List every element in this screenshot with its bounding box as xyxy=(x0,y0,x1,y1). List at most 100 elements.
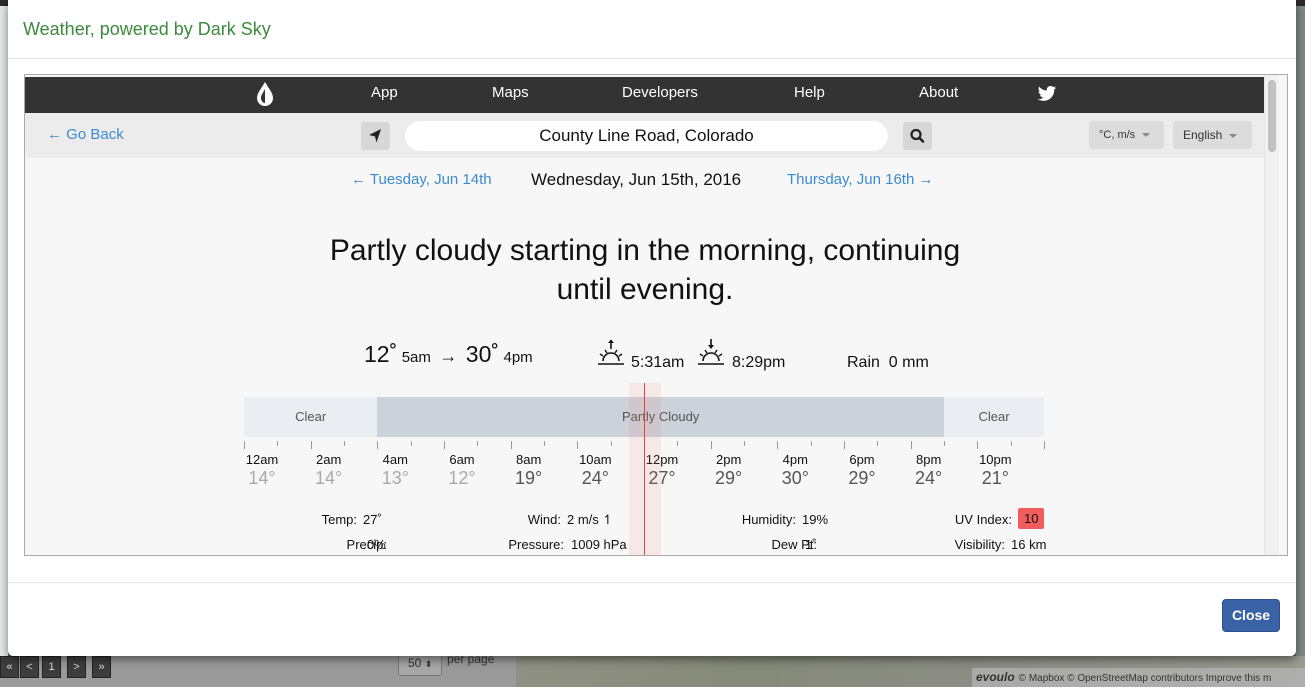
previous-day-link[interactable]: ← Tuesday, Jun 14th xyxy=(351,171,492,188)
rain-summary: Rain 0 mm xyxy=(847,354,929,386)
chevron-down-icon xyxy=(1142,133,1151,138)
background-left-edge xyxy=(0,6,8,656)
close-button[interactable]: Close xyxy=(1222,599,1280,632)
pager-button[interactable]: > xyxy=(67,656,86,678)
frame-scrollbar[interactable] xyxy=(1264,75,1279,555)
timeline-tick xyxy=(810,441,812,446)
uv-badge: 10 xyxy=(1018,508,1045,529)
timeline-tick xyxy=(777,441,779,449)
darksky-frame: App Maps Developers Help About ← Go Back xyxy=(24,74,1288,556)
locate-button[interactable] xyxy=(361,122,390,150)
timeline-tick xyxy=(377,441,379,449)
pager-button[interactable]: « xyxy=(0,656,19,678)
hour-temp: 24° xyxy=(581,468,609,488)
timeline-tick xyxy=(610,441,612,446)
units-value: °C, m/s xyxy=(1099,129,1136,141)
current-time-marker xyxy=(644,383,645,555)
hour-temp: 21° xyxy=(981,468,1009,488)
background-right-edge xyxy=(1296,6,1305,656)
timeline-tick xyxy=(910,441,912,449)
timeline-tick xyxy=(477,441,479,446)
timeline-segment: Clear xyxy=(944,397,1044,437)
pressure-label: Pressure: xyxy=(508,537,564,552)
next-day-link[interactable]: Thursday, Jun 16th → xyxy=(787,171,933,188)
search-button[interactable] xyxy=(903,122,932,150)
nav-app[interactable]: App xyxy=(371,77,398,113)
timeline-tick xyxy=(744,441,745,446)
pager-button[interactable]: » xyxy=(92,656,111,678)
visibility-value: 16 km xyxy=(1011,537,1047,552)
hour-temp: 29° xyxy=(848,468,876,488)
hour-temp: 29° xyxy=(715,468,743,488)
timeline-tick xyxy=(877,441,879,446)
hour-label: 6am xyxy=(449,452,475,467)
timeline-tick xyxy=(510,441,512,449)
wind-value: 2 m/s ↿ xyxy=(567,512,614,527)
darksky-logo-icon[interactable] xyxy=(255,81,275,107)
timeline-tick xyxy=(1010,441,1012,446)
visibility-label: Visibility: xyxy=(954,537,1005,552)
timeline-tick xyxy=(710,441,712,449)
nav-help[interactable]: Help xyxy=(794,77,825,113)
current-time-band xyxy=(629,383,661,555)
modal-title: Weather, powered by Dark Sky xyxy=(23,19,271,39)
high-temp: 30˚ xyxy=(465,341,500,367)
pager-button[interactable]: < xyxy=(20,656,39,678)
per-page-value: 50 xyxy=(408,656,422,670)
weather-modal: Weather, powered by Dark Sky App Maps De… xyxy=(8,0,1296,656)
summary-line-1: Partly cloudy starting in the morning, c… xyxy=(329,234,961,267)
current-day: Wednesday, Jun 15th, 2016 xyxy=(531,170,742,189)
modal-footer: Close xyxy=(8,582,1296,656)
nav-about[interactable]: About xyxy=(919,77,958,113)
humidity-value: 19% xyxy=(802,512,829,527)
language-select[interactable]: English xyxy=(1173,121,1252,149)
language-value: English xyxy=(1183,128,1223,142)
go-back-link[interactable]: ← Go Back xyxy=(47,126,124,143)
temp-label: Temp: xyxy=(321,512,357,527)
darksky-nav: App Maps Developers Help About xyxy=(25,77,1265,113)
uv-label: UV Index: xyxy=(954,512,1012,527)
timeline-tick xyxy=(977,441,979,449)
pager-button[interactable]: 1 xyxy=(42,656,61,678)
dewpt-value: 1˚ xyxy=(805,537,817,552)
units-select[interactable]: °C, m/s xyxy=(1089,121,1164,149)
humidity-label: Humidity: xyxy=(741,512,796,527)
hour-label: 10am xyxy=(579,452,612,467)
sunrise-time: 5:31am xyxy=(631,354,685,371)
low-temp: 12˚ xyxy=(364,341,398,367)
hour-label: 4am xyxy=(382,452,408,467)
hour-label: 10pm xyxy=(979,452,1012,467)
nav-developers[interactable]: Developers xyxy=(622,77,698,113)
darksky-search-bar: ← Go Back °C, m/s English xyxy=(25,113,1265,158)
location-search-input[interactable] xyxy=(405,121,888,151)
hour-label: 2am xyxy=(316,452,342,467)
timeline-tick xyxy=(310,441,312,449)
temp-range: 12˚ 5am → 30˚ 4pm xyxy=(364,341,533,373)
location-arrow-icon xyxy=(369,129,381,143)
timeline-tick xyxy=(277,441,279,446)
attribution-text[interactable]: © Mapbox © OpenStreetMap contributors Im… xyxy=(1019,673,1272,684)
timeline-tick xyxy=(577,441,579,449)
nav-maps[interactable]: Maps xyxy=(492,77,529,113)
hour-temp: 24° xyxy=(915,468,943,488)
timeline-tick xyxy=(944,441,945,446)
search-icon xyxy=(910,128,925,143)
scrollbar-thumb[interactable] xyxy=(1268,80,1276,152)
high-time: 4pm xyxy=(503,349,533,366)
hour-label: 4pm xyxy=(782,452,808,467)
hour-label: 2pm xyxy=(716,452,742,467)
rain-label: Rain xyxy=(847,354,880,371)
timeline-segment: Clear xyxy=(244,397,378,437)
hour-label: 8pm xyxy=(916,452,942,467)
wind-label: Wind: xyxy=(527,512,561,527)
sunrise-icon xyxy=(598,339,624,365)
temp-value: 27˚ xyxy=(363,512,382,527)
hour-temp: 14° xyxy=(248,468,276,488)
hour-temp: 19° xyxy=(515,468,543,488)
twitter-icon[interactable] xyxy=(1037,85,1057,103)
dewpt-label: Dew Pt: xyxy=(771,537,817,552)
chevron-down-icon xyxy=(1229,133,1238,138)
timeline-tick xyxy=(410,441,412,446)
timeline-tick xyxy=(544,441,545,446)
timeline-tick xyxy=(344,441,345,446)
